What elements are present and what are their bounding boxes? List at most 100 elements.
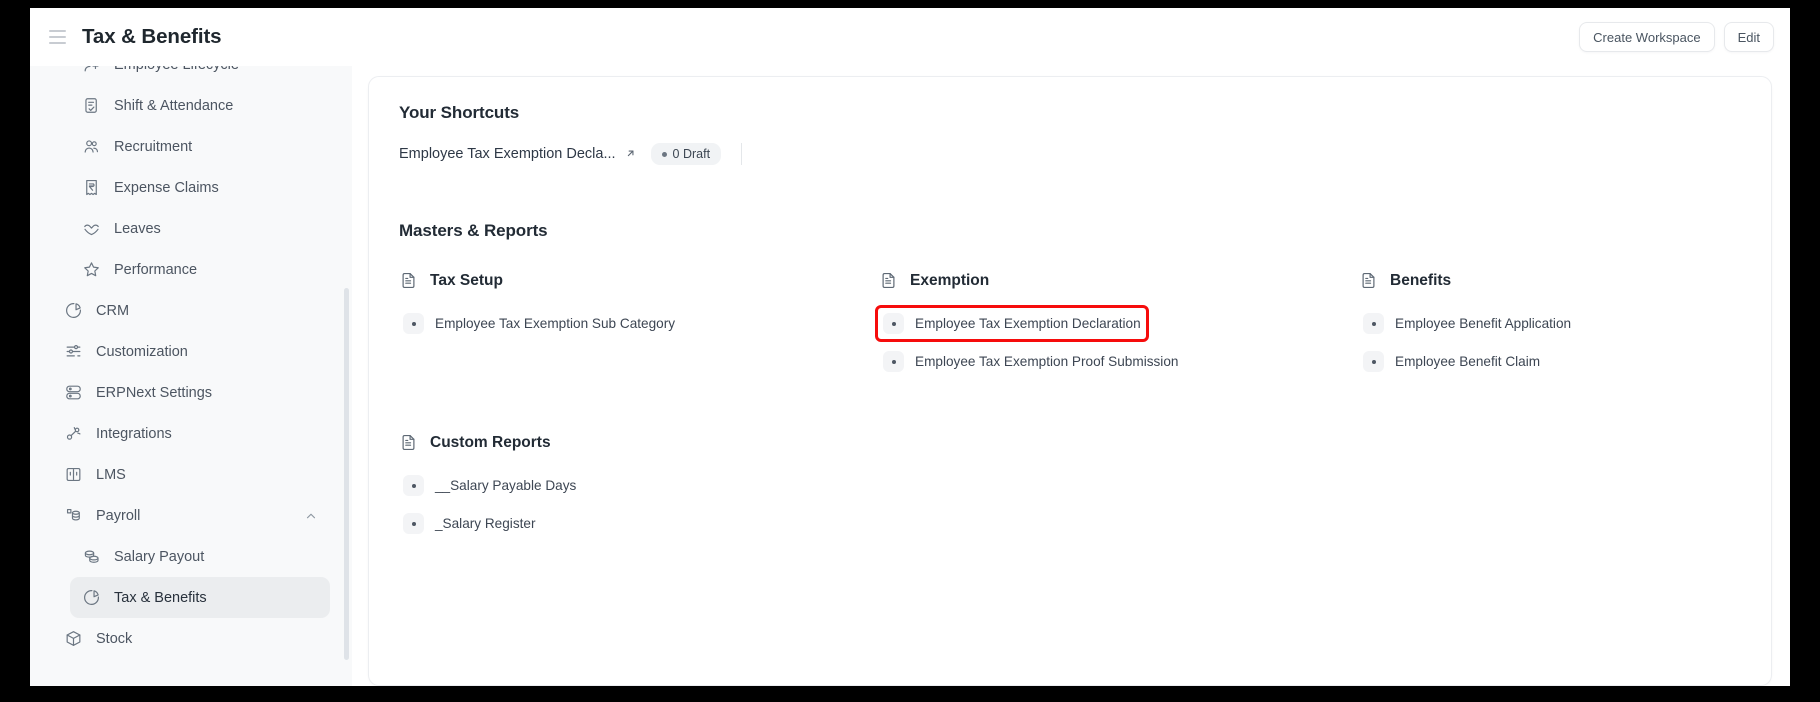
integrations-icon <box>64 424 83 443</box>
sidebar-item-label: Stock <box>96 630 133 647</box>
doctype-link[interactable]: Employee Tax Exemption Sub Category <box>399 309 679 338</box>
bullet-icon <box>403 313 424 334</box>
doctype-link-label: Employee Benefit Claim <box>1395 354 1541 369</box>
leaf-icon <box>82 219 101 238</box>
status-badge[interactable]: 0 Draft <box>650 143 722 165</box>
external-link-icon <box>624 147 637 162</box>
document-icon <box>1359 271 1378 290</box>
sidebar-item-leaves[interactable]: Leaves <box>70 208 330 249</box>
group-title: Exemption <box>910 271 990 289</box>
sidebar: Employee Lifecycle Shift & Attendance Recr… <box>30 66 352 686</box>
shortcuts-row: Employee Tax Exemption Decla... 0 Draft <box>399 143 1741 165</box>
sidebar-item-label: Recruitment <box>114 138 193 155</box>
sidebar-item-label: Tax & Benefits <box>114 589 207 606</box>
sidebar-item-label: Leaves <box>114 220 161 237</box>
sidebar-item-label: Salary Payout <box>114 548 205 565</box>
book-open-icon <box>64 465 83 484</box>
sidebar-item-recruitment[interactable]: Recruitment <box>70 126 330 167</box>
masters-reports-heading: Masters & Reports <box>399 221 548 240</box>
sidebar-item-label: Customization <box>96 343 188 360</box>
sidebar-item-label: Expense Claims <box>114 179 219 196</box>
document-icon <box>399 271 418 290</box>
sidebar-item-crm[interactable]: CRM <box>52 290 330 331</box>
users-icon <box>82 137 101 156</box>
group-header: Exemption <box>879 271 1359 290</box>
sidebar-item-tax-benefits[interactable]: Tax & Benefits <box>70 577 330 618</box>
sidebar-item-label: Shift & Attendance <box>114 97 234 114</box>
body-area: Employee Lifecycle Shift & Attendance Recr… <box>30 66 1790 686</box>
shortcut-link[interactable]: Employee Tax Exemption Decla... <box>399 146 637 162</box>
user-add-icon <box>82 66 101 74</box>
bullet-icon <box>883 313 904 334</box>
coins-icon <box>82 547 101 566</box>
group-title: Benefits <box>1390 271 1452 289</box>
doctype-link-label: _Salary Register <box>435 516 536 531</box>
sidebar-item-integrations[interactable]: Integrations <box>52 413 330 454</box>
sidebar-item-lms[interactable]: LMS <box>52 454 330 495</box>
hamburger-icon[interactable] <box>44 24 70 50</box>
sidebar-item-employee-lifecycle[interactable]: Employee Lifecycle <box>70 66 330 85</box>
bullet-icon <box>883 351 904 372</box>
sidebar-item-label: LMS <box>96 466 126 483</box>
application-window: Tax & Benefits Create Workspace Edit Emp… <box>30 8 1790 686</box>
sidebar-item-payroll[interactable]: Payroll <box>52 495 330 536</box>
sidebar-scrollbar[interactable] <box>344 288 349 660</box>
sidebar-item-performance[interactable]: Performance <box>70 249 330 290</box>
sidebar-item-customization[interactable]: Customization <box>52 331 330 372</box>
sidebar-item-label: Employee Lifecycle <box>114 66 239 73</box>
sidebar-item-label: ERPNext Settings <box>96 384 213 401</box>
custom-reports-group: Custom Reports __Salary Payable Days _Sala… <box>399 433 1741 538</box>
sidebar-item-label: CRM <box>96 302 130 319</box>
masters-groups-grid: Tax Setup Employee Tax Exemption Sub Cate… <box>399 271 1741 385</box>
sidebar-item-label: Payroll <box>96 507 141 524</box>
doctype-link[interactable]: __Salary Payable Days <box>399 471 580 500</box>
sidebar-item-salary-payout[interactable]: Salary Payout <box>70 536 330 577</box>
sliders-icon <box>64 342 83 361</box>
create-workspace-button[interactable]: Create Workspace <box>1579 22 1715 52</box>
database-icon <box>64 383 83 402</box>
doctype-link[interactable]: Employee Tax Exemption Declaration <box>875 305 1149 342</box>
receipt-rupee-icon <box>82 178 101 197</box>
sidebar-item-shift-attendance[interactable]: Shift & Attendance <box>70 85 330 126</box>
bullet-icon <box>403 475 424 496</box>
pie-chart-icon <box>82 588 101 607</box>
page-title: Tax & Benefits <box>82 25 222 48</box>
status-badge-label: 0 Draft <box>672 147 711 161</box>
shortcut-item: Employee Tax Exemption Decla... 0 Draft <box>399 143 743 165</box>
group-benefits: Benefits Employee Benefit Application Empl… <box>1359 271 1741 385</box>
shortcut-label: Employee Tax Exemption Decla... <box>399 146 616 162</box>
shortcut-divider <box>741 143 743 165</box>
doctype-link[interactable]: Employee Tax Exemption Proof Submission <box>879 347 1182 376</box>
bullet-icon <box>1363 313 1384 334</box>
header-actions: Create Workspace Edit <box>1579 22 1774 52</box>
document-icon <box>879 271 898 290</box>
group-exemption: Exemption Employee Tax Exemption Declarat… <box>875 271 1359 385</box>
status-dot-icon <box>661 151 667 157</box>
edit-button[interactable]: Edit <box>1723 22 1774 52</box>
main-content: Your Shortcuts Employee Tax Exemption De… <box>352 66 1790 686</box>
doctype-link[interactable]: _Salary Register <box>399 509 540 538</box>
group-title: Custom Reports <box>430 433 551 451</box>
doctype-link[interactable]: Employee Benefit Claim <box>1359 347 1544 376</box>
bullet-icon <box>1363 351 1384 372</box>
doctype-link-label: Employee Tax Exemption Proof Submission <box>915 354 1179 369</box>
chevron-up-icon[interactable] <box>304 509 318 523</box>
group-header: Custom Reports <box>399 433 1741 452</box>
group-title: Tax Setup <box>430 271 503 289</box>
doctype-link[interactable]: Employee Benefit Application <box>1359 309 1575 338</box>
sidebar-item-expense-claims[interactable]: Expense Claims <box>70 167 330 208</box>
doctype-link-label: __Salary Payable Days <box>435 478 577 493</box>
sidebar-item-erpnext-settings[interactable]: ERPNext Settings <box>52 372 330 413</box>
pie-chart-icon <box>64 301 83 320</box>
group-header: Tax Setup <box>399 271 879 290</box>
shortcuts-heading: Your Shortcuts <box>399 103 520 122</box>
app-header: Tax & Benefits Create Workspace Edit <box>30 8 1790 66</box>
group-custom-reports: Custom Reports __Salary Payable Days _Sala… <box>399 433 1741 538</box>
doctype-link-label: Employee Tax Exemption Declaration <box>915 316 1141 331</box>
sidebar-nav-list: Employee Lifecycle Shift & Attendance Recr… <box>30 66 352 673</box>
sidebar-item-label: Performance <box>114 261 198 278</box>
sidebar-item-stock[interactable]: Stock <box>52 618 330 659</box>
box-icon <box>64 629 83 648</box>
group-tax-setup: Tax Setup Employee Tax Exemption Sub Cate… <box>399 271 879 385</box>
workspace-card: Your Shortcuts Employee Tax Exemption De… <box>368 76 1772 686</box>
